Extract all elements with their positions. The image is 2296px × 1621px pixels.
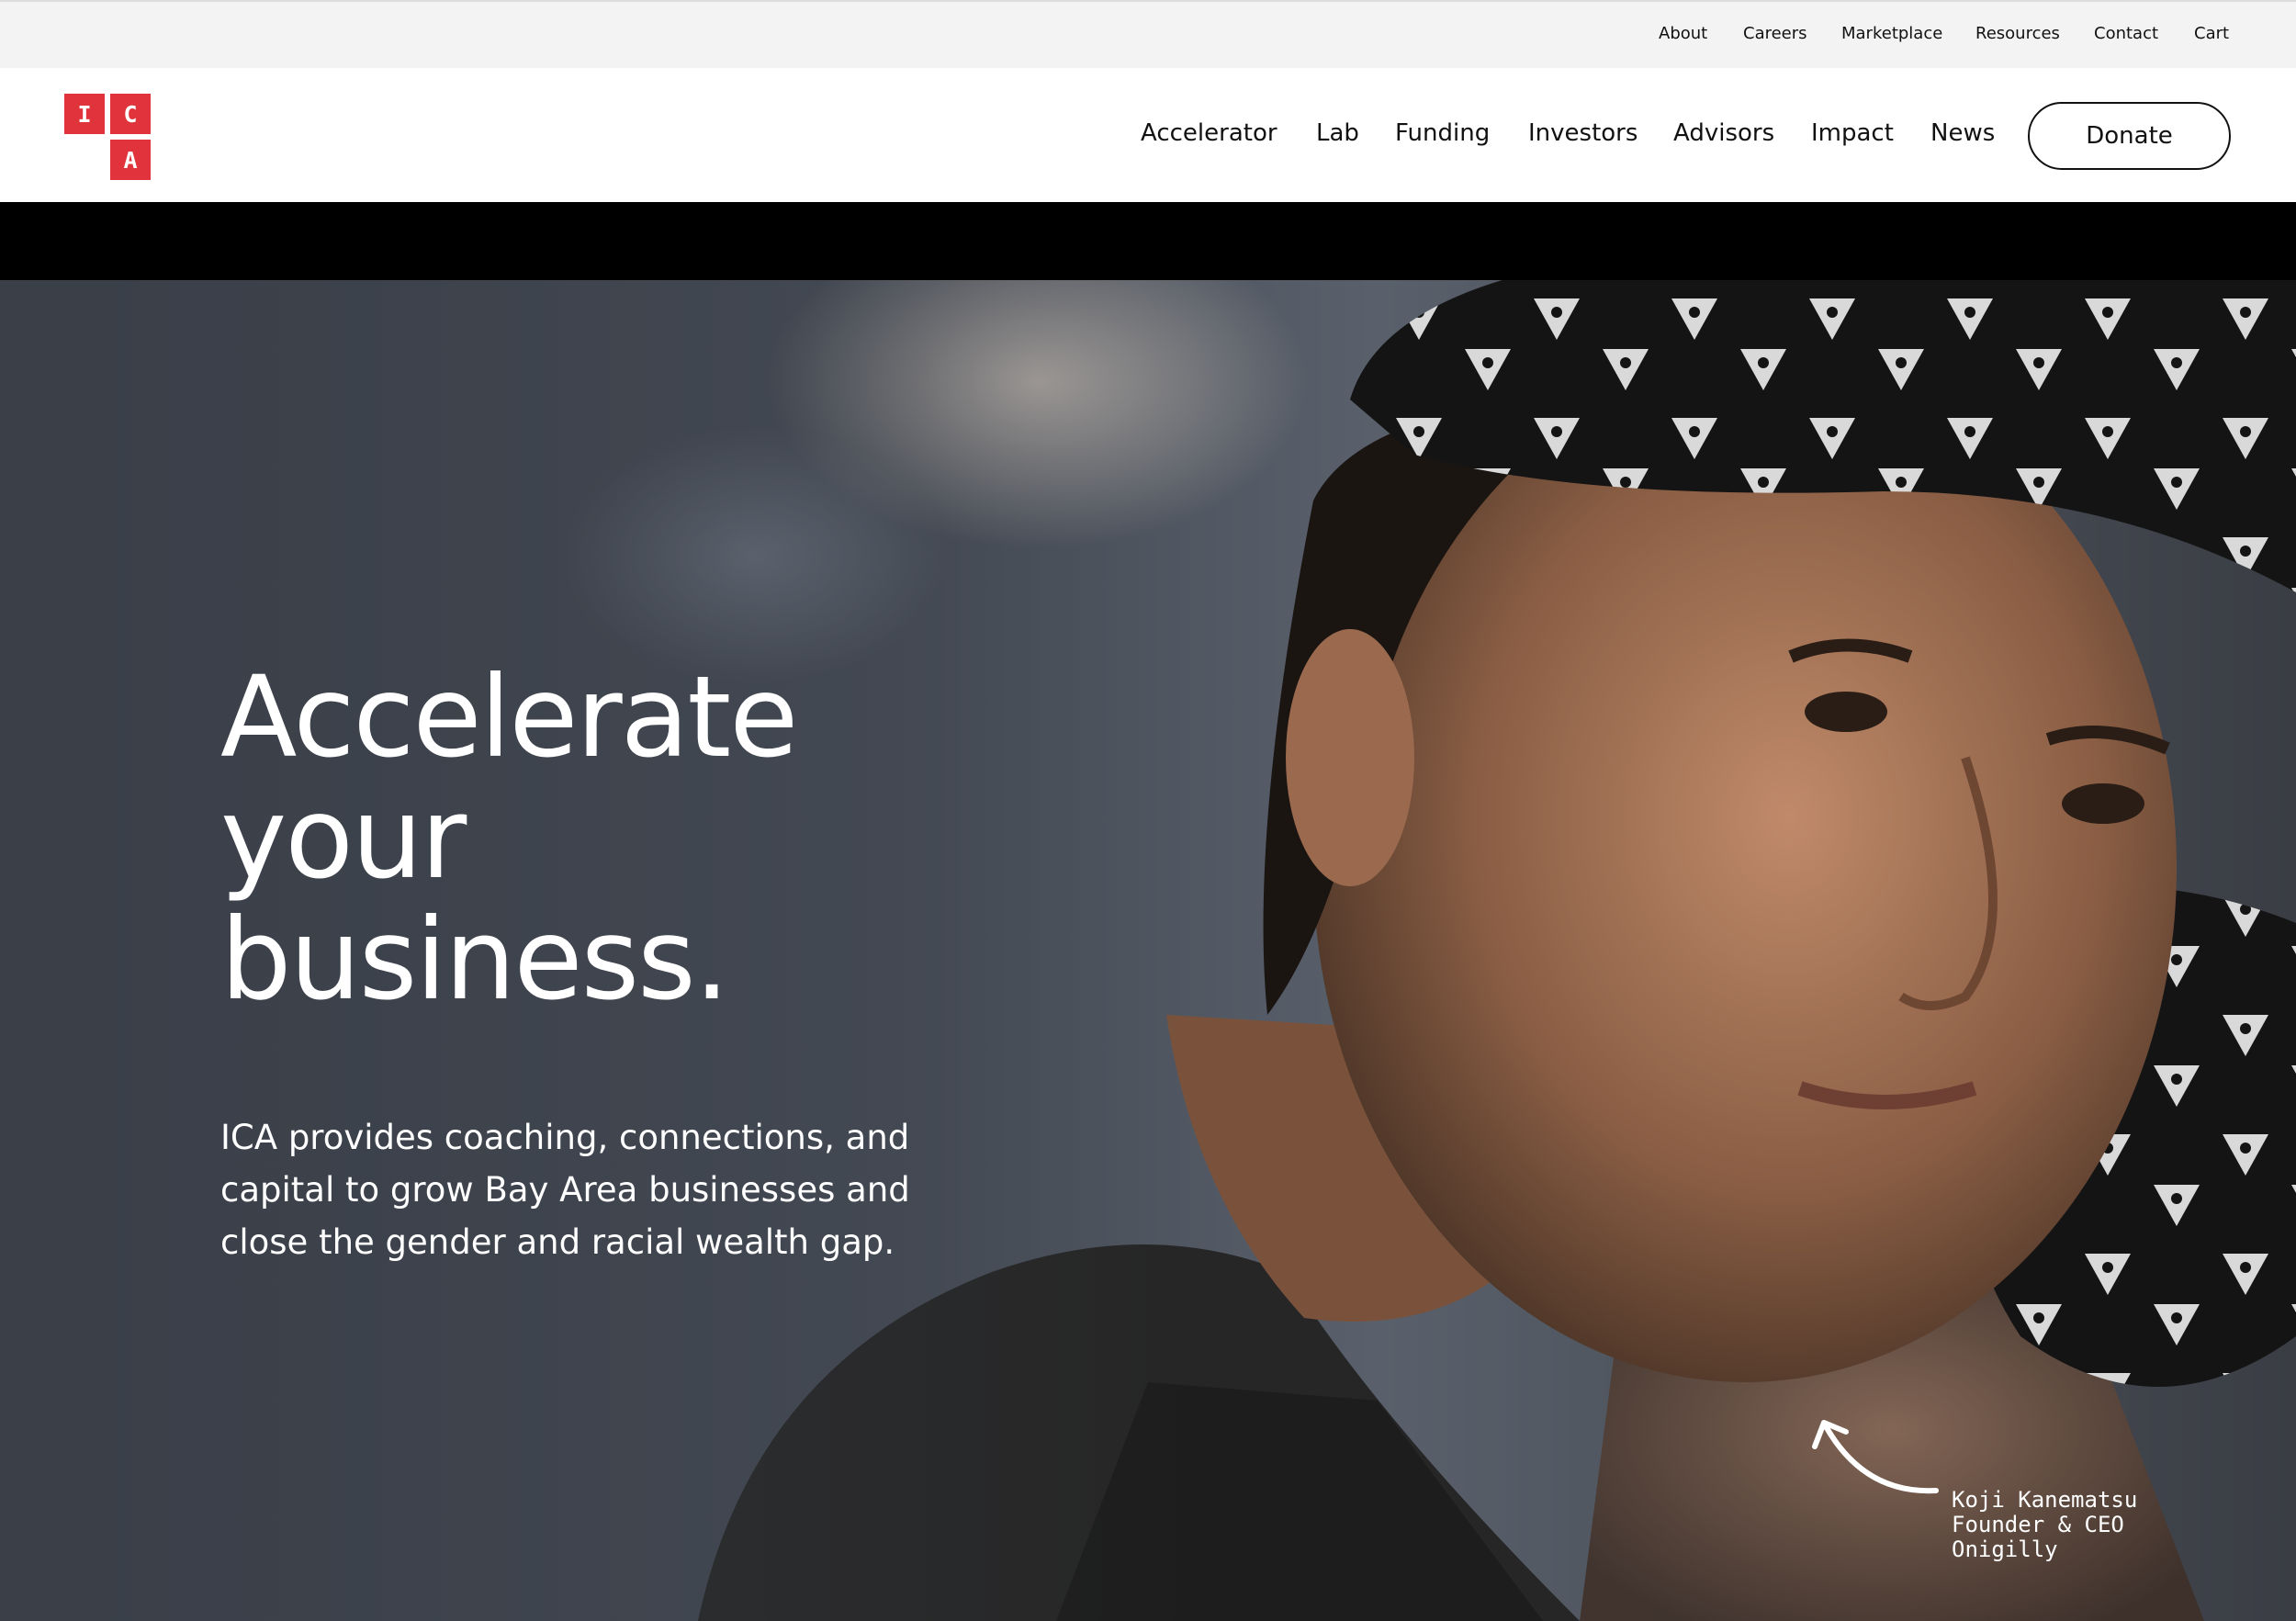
photo-caption: Koji Kanematsu Founder & CEO Onigilly [1952,1488,2137,1562]
hero-top-strip [0,202,2296,280]
hero-title: Accelerate your business. [220,657,955,1020]
nav-link-investors[interactable]: Investors [1528,119,1638,147]
utility-link-about[interactable]: About [1659,24,1707,43]
main-nav: I C A Accelerator Lab Funding Investors … [0,68,2296,202]
hero-subtitle: ICA provides coaching, connections, and … [220,1118,910,1262]
caption-name: Koji Kanematsu [1952,1487,2138,1513]
nav-link-funding[interactable]: Funding [1395,119,1490,147]
hero-title-line-3: business. [220,895,730,1025]
hero-title-line-2: your [220,773,467,904]
hero-section: Accelerate your business. ICA provides c… [0,280,2296,1621]
utility-bar: About Careers Marketplace Resources Cont… [0,0,2296,68]
caption-company: Onigilly [1952,1537,2058,1562]
logo-tile-i: I [64,94,105,134]
nav-link-news[interactable]: News [1930,119,1995,147]
nav-link-impact[interactable]: Impact [1811,119,1894,147]
donate-button[interactable]: Donate [2028,102,2231,170]
caption-role: Founder & CEO [1952,1512,2124,1537]
utility-link-careers[interactable]: Careers [1743,24,1807,43]
hero-title-line-1: Accelerate [220,652,798,782]
nav-link-accelerator[interactable]: Accelerator [1141,119,1277,147]
utility-link-cart[interactable]: Cart [2194,24,2229,43]
ica-logo[interactable]: I C A [64,94,151,180]
logo-tile-a: A [110,140,151,180]
utility-link-contact[interactable]: Contact [2094,24,2158,43]
logo-tile-c: C [110,94,151,134]
curved-arrow-icon [1812,1420,1939,1494]
utility-link-resources[interactable]: Resources [1975,24,2060,43]
nav-link-advisors[interactable]: Advisors [1673,119,1774,147]
nav-link-lab[interactable]: Lab [1316,119,1359,147]
utility-link-marketplace[interactable]: Marketplace [1841,24,1942,43]
